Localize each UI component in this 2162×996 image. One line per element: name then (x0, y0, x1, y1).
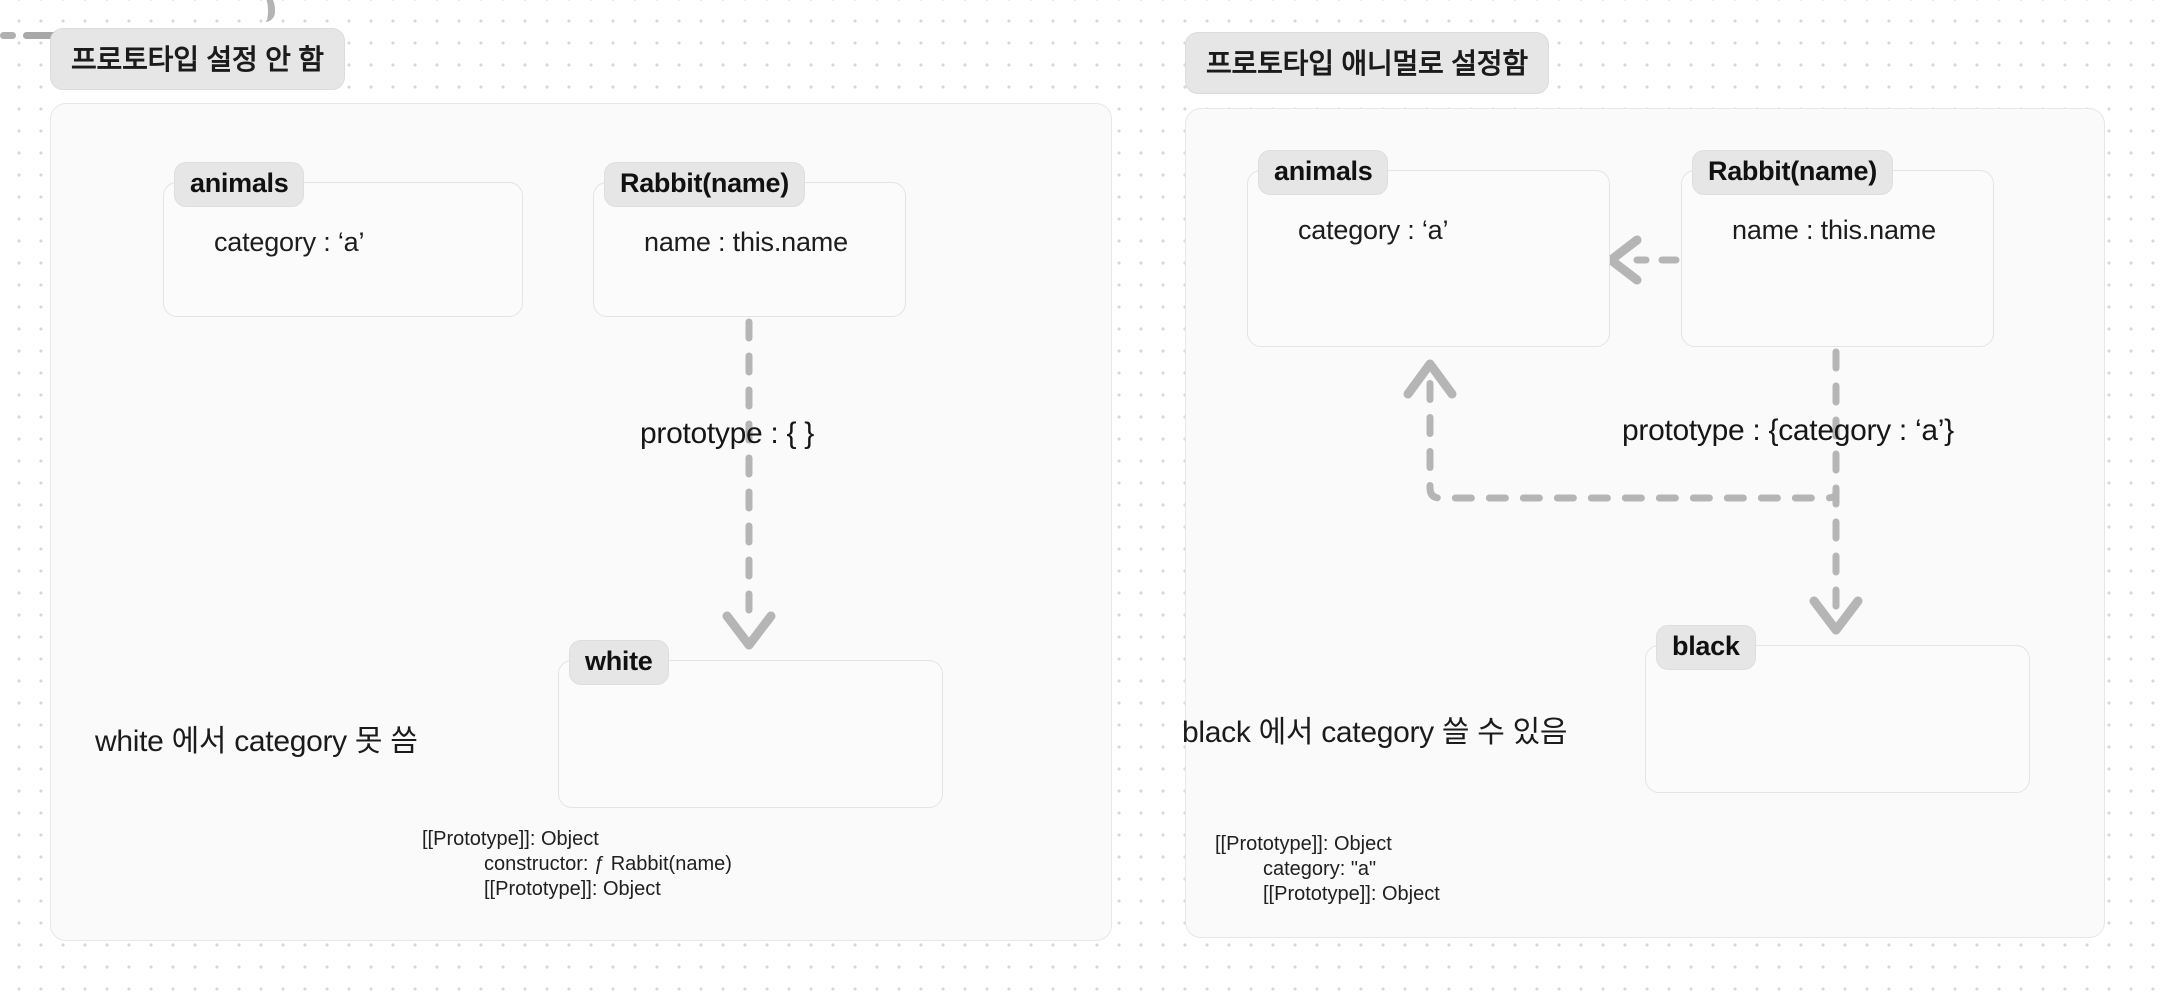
object-chip-animals-left: animals (174, 162, 305, 207)
object-prop-rabbit-left: name : this.name (644, 227, 848, 257)
object-box-rabbit-right[interactable]: Rabbit(name) name : this.name (1681, 150, 1994, 347)
stray-curve-fragment (238, 0, 275, 22)
object-chip-white: white (569, 640, 669, 685)
panel-title-right: 프로토타입 애니멀로 설정함 (1185, 32, 1549, 94)
note-white-cannot-use-category: white 에서 category 못 씀 (95, 725, 418, 758)
object-chip-animals-right: animals (1258, 150, 1389, 195)
caption-line-3: [[Prototype]]: Object (1263, 883, 1440, 906)
note-black-can-use-category: black 에서 category 쓸 수 있음 (1182, 716, 1568, 749)
object-box-animals-left[interactable]: animals category : ‘a’ (163, 162, 523, 317)
edge-label-prototype-left: prototype : { } (640, 417, 814, 450)
panel-title-left: 프로토타입 설정 안 함 (50, 28, 345, 90)
stray-dash-fragment-left (0, 32, 16, 39)
object-chip-black: black (1656, 625, 1756, 670)
caption-white-prototype-chain: [[Prototype]]: Object constructor: ƒ Rab… (422, 827, 732, 903)
object-box-black[interactable]: black (1645, 625, 2030, 793)
caption-line-1: [[Prototype]]: Object (1215, 833, 1392, 855)
edge-label-prototype-right: prototype : {category : ‘a’} (1622, 414, 1954, 447)
caption-line-2: constructor: ƒ Rabbit(name) (484, 853, 732, 876)
object-box-animals-right[interactable]: animals category : ‘a’ (1247, 150, 1610, 347)
object-prop-animals-right: category : ‘a’ (1298, 215, 1449, 245)
caption-line-3: [[Prototype]]: Object (484, 878, 661, 901)
object-box-rabbit-left[interactable]: Rabbit(name) name : this.name (593, 162, 906, 317)
object-chip-rabbit-right: Rabbit(name) (1692, 150, 1893, 195)
object-chip-rabbit-left: Rabbit(name) (604, 162, 805, 207)
caption-line-2: category: "a" (1263, 858, 1377, 881)
object-prop-rabbit-right: name : this.name (1732, 215, 1936, 245)
object-prop-animals-left: category : ‘a’ (214, 227, 365, 257)
caption-line-1: [[Prototype]]: Object (422, 828, 599, 850)
object-box-white[interactable]: white (558, 640, 943, 808)
caption-black-prototype-chain: [[Prototype]]: Object category: "a" [[Pr… (1215, 832, 1440, 908)
